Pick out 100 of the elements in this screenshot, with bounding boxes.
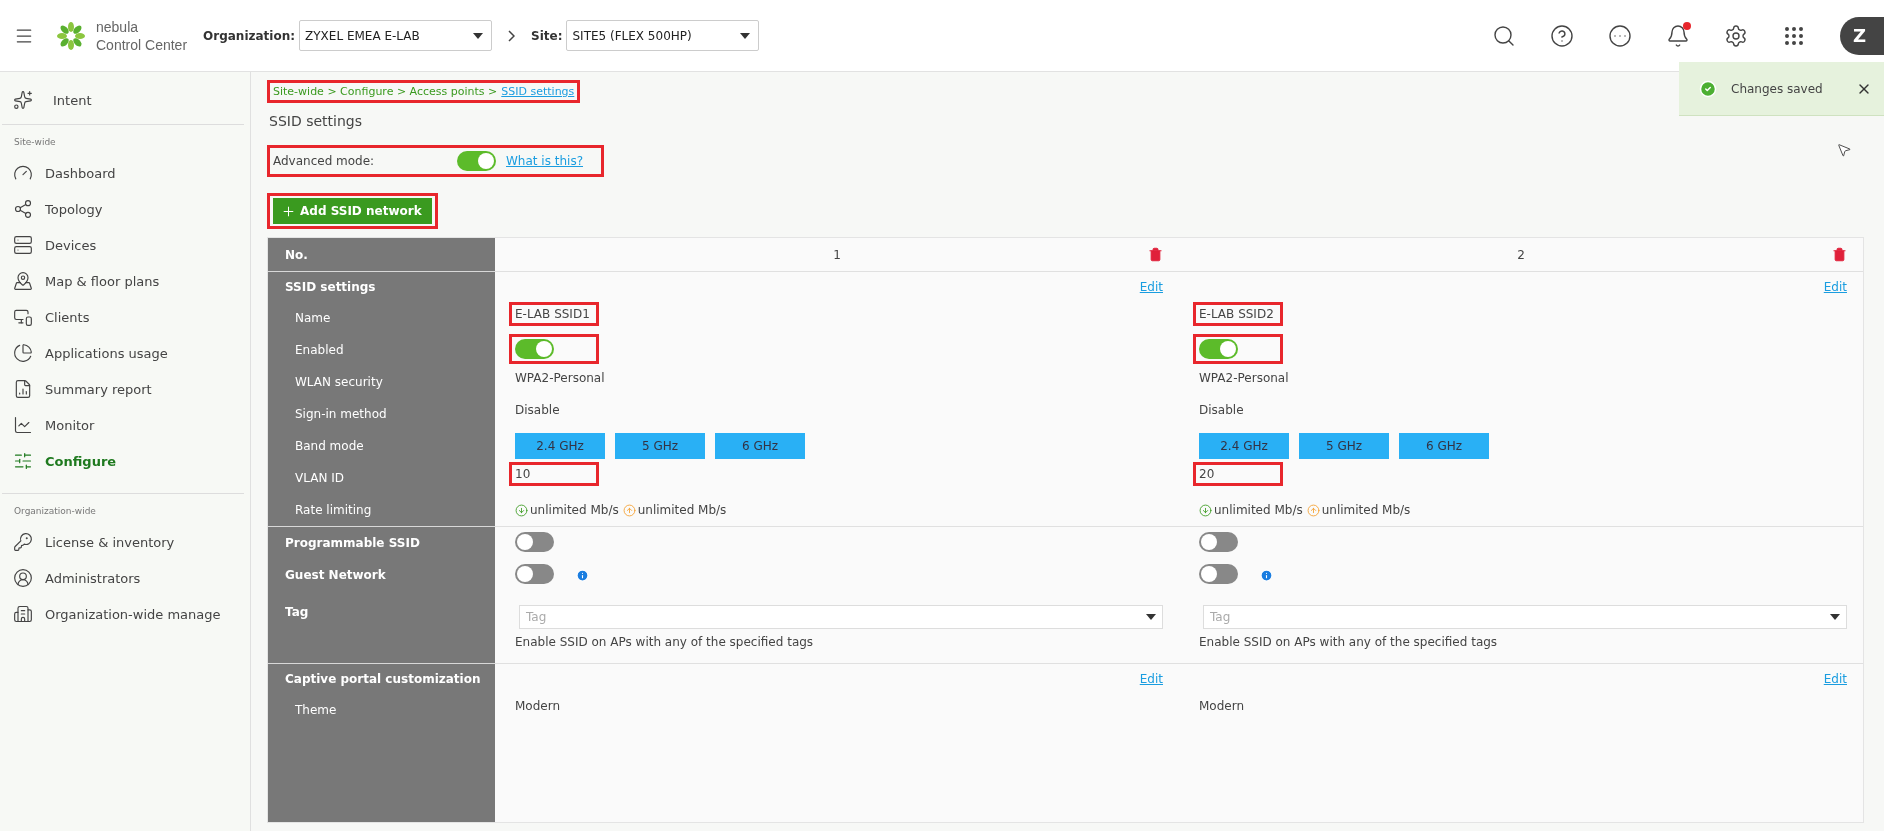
cell-value: 10 — [515, 467, 531, 481]
check-icon — [1699, 79, 1717, 98]
row-label: Enabled — [268, 334, 495, 366]
settings-icon[interactable] — [1724, 23, 1748, 48]
info-icon[interactable] — [1260, 568, 1273, 582]
caret-icon — [740, 32, 751, 39]
page-title: SSID settings — [269, 113, 363, 129]
pointer-icon — [1836, 142, 1852, 158]
section-title: Site-wide — [2, 124, 244, 155]
plus-icon — [281, 203, 296, 219]
caret-icon — [1146, 614, 1156, 620]
sidebar-item[interactable]: Dashboard — [0, 155, 250, 191]
logo-icon — [56, 20, 86, 51]
notifications-icon[interactable] — [1666, 23, 1690, 48]
sidebar-item[interactable]: Intent — [0, 84, 250, 116]
band-button[interactable]: 2.4 GHz — [515, 433, 605, 459]
line-chart-icon — [13, 415, 33, 435]
sparkle-icon — [13, 90, 33, 110]
avatar[interactable]: Z — [1840, 16, 1884, 55]
pie-chart-icon — [13, 343, 33, 363]
info-icon[interactable] — [576, 568, 589, 582]
edit-link[interactable]: Edit — [1823, 280, 1847, 294]
breadcrumb-trail: Site-wide > Configure > Access points > — [273, 85, 498, 98]
row-label: VLAN ID — [268, 462, 495, 494]
cell-value: Disable — [515, 403, 560, 417]
search-icon[interactable] — [1492, 23, 1516, 48]
building-icon — [13, 604, 33, 624]
toggle-switch[interactable] — [457, 151, 496, 171]
caret-icon — [1830, 614, 1840, 620]
cell-value: E-LAB SSID2 — [1199, 307, 1274, 321]
band-button[interactable]: 6 GHz — [715, 433, 805, 459]
trash-icon[interactable] — [1148, 247, 1163, 262]
row-label: No. — [268, 238, 495, 271]
band-button[interactable]: 5 GHz — [1299, 433, 1389, 459]
toggle-switch[interactable] — [515, 339, 554, 359]
row-label: SSID settings — [268, 271, 495, 302]
edit-link[interactable]: Edit — [1139, 672, 1163, 686]
organization-select[interactable]: ZYXEL EMEA E-LAB — [299, 20, 493, 51]
row-label: Captive portal customization — [268, 663, 495, 694]
sidebar-item[interactable]: Devices — [0, 227, 250, 263]
tag-hint: Enable SSID on APs with any of the specified tags — [515, 635, 815, 649]
user-circle-icon — [13, 568, 33, 588]
sidebar-item[interactable]: Monitor — [0, 407, 250, 443]
cell-value: Modern — [515, 699, 561, 713]
trash-icon[interactable] — [1832, 247, 1847, 262]
organization-label: Organization: — [203, 28, 296, 43]
help-link[interactable]: What is this? — [506, 154, 583, 168]
band-button[interactable]: 2.4 GHz — [1199, 433, 1289, 459]
cell-value: 20 — [1199, 467, 1215, 481]
sidebar-item[interactable]: Administrators — [0, 560, 250, 596]
add-ssid-button[interactable]: Add SSID network — [273, 198, 432, 224]
rate-value: unlimited Mb/s — [1321, 503, 1411, 517]
tag-hint: Enable SSID on APs with any of the specified tags — [1199, 635, 1499, 649]
rate-value: unlimited Mb/s — [1214, 503, 1303, 517]
key-icon — [13, 532, 33, 552]
section-title: Organization-wide — [2, 493, 244, 524]
sidebar-item[interactable]: Summary report — [0, 371, 250, 407]
toggle-switch[interactable] — [1199, 339, 1238, 359]
tag-placeholder: Tag — [1210, 610, 1231, 624]
edit-link[interactable]: Edit — [1823, 672, 1847, 686]
toggle-switch[interactable] — [515, 532, 554, 552]
sidebar-item[interactable]: Organization-wide manage — [0, 596, 250, 632]
edit-link[interactable]: Edit — [1139, 280, 1163, 294]
rate-value: unlimited Mb/s — [530, 503, 619, 517]
cell-value: Modern — [1199, 699, 1245, 713]
map-pin-icon — [13, 271, 33, 291]
toggle-switch[interactable] — [1199, 564, 1238, 584]
row-label: Guest Network — [268, 559, 495, 591]
row-label: Name — [268, 302, 495, 334]
toast-message: Changes saved — [1731, 81, 1824, 96]
cell-value: WPA2-Personal — [515, 371, 605, 385]
sidebar-item[interactable]: License & inventory — [0, 524, 250, 560]
breadcrumb-link[interactable]: SSID settings — [501, 85, 575, 98]
band-button[interactable]: 6 GHz — [1399, 433, 1489, 459]
sidebar-item[interactable]: Configure — [0, 443, 250, 479]
toggle-switch[interactable] — [515, 564, 554, 584]
file-chart-icon — [13, 379, 33, 399]
cell-value: Disable — [1199, 403, 1244, 417]
row-label: Programmable SSID — [268, 526, 495, 559]
row-label: Theme — [268, 694, 495, 726]
band-button[interactable]: 5 GHz — [615, 433, 705, 459]
more-icon[interactable] — [1608, 23, 1632, 48]
column-number: 2 — [1517, 247, 1525, 262]
help-icon[interactable] — [1550, 23, 1574, 48]
sidebar-item[interactable]: Map & floor plans — [0, 263, 250, 299]
toggle-switch[interactable] — [1199, 532, 1238, 552]
row-label: Rate limiting — [268, 494, 495, 526]
upload-icon — [622, 503, 636, 517]
site-select[interactable]: SITE5 (FLEX 500HP) — [566, 20, 760, 51]
logo-text: Control Center — [96, 35, 188, 54]
sidebar-item[interactable]: Applications usage — [0, 335, 250, 371]
sidebar-item[interactable]: Clients — [0, 299, 250, 335]
chevron-icon — [508, 29, 516, 42]
rate-value: unlimited Mb/s — [637, 503, 727, 517]
sidebar-item[interactable]: Topology — [0, 191, 250, 227]
row-label: Tag — [268, 591, 495, 663]
tag-placeholder: Tag — [526, 610, 547, 624]
download-icon — [1199, 503, 1212, 517]
nodes-icon — [13, 199, 33, 219]
sliders-icon — [13, 451, 33, 471]
